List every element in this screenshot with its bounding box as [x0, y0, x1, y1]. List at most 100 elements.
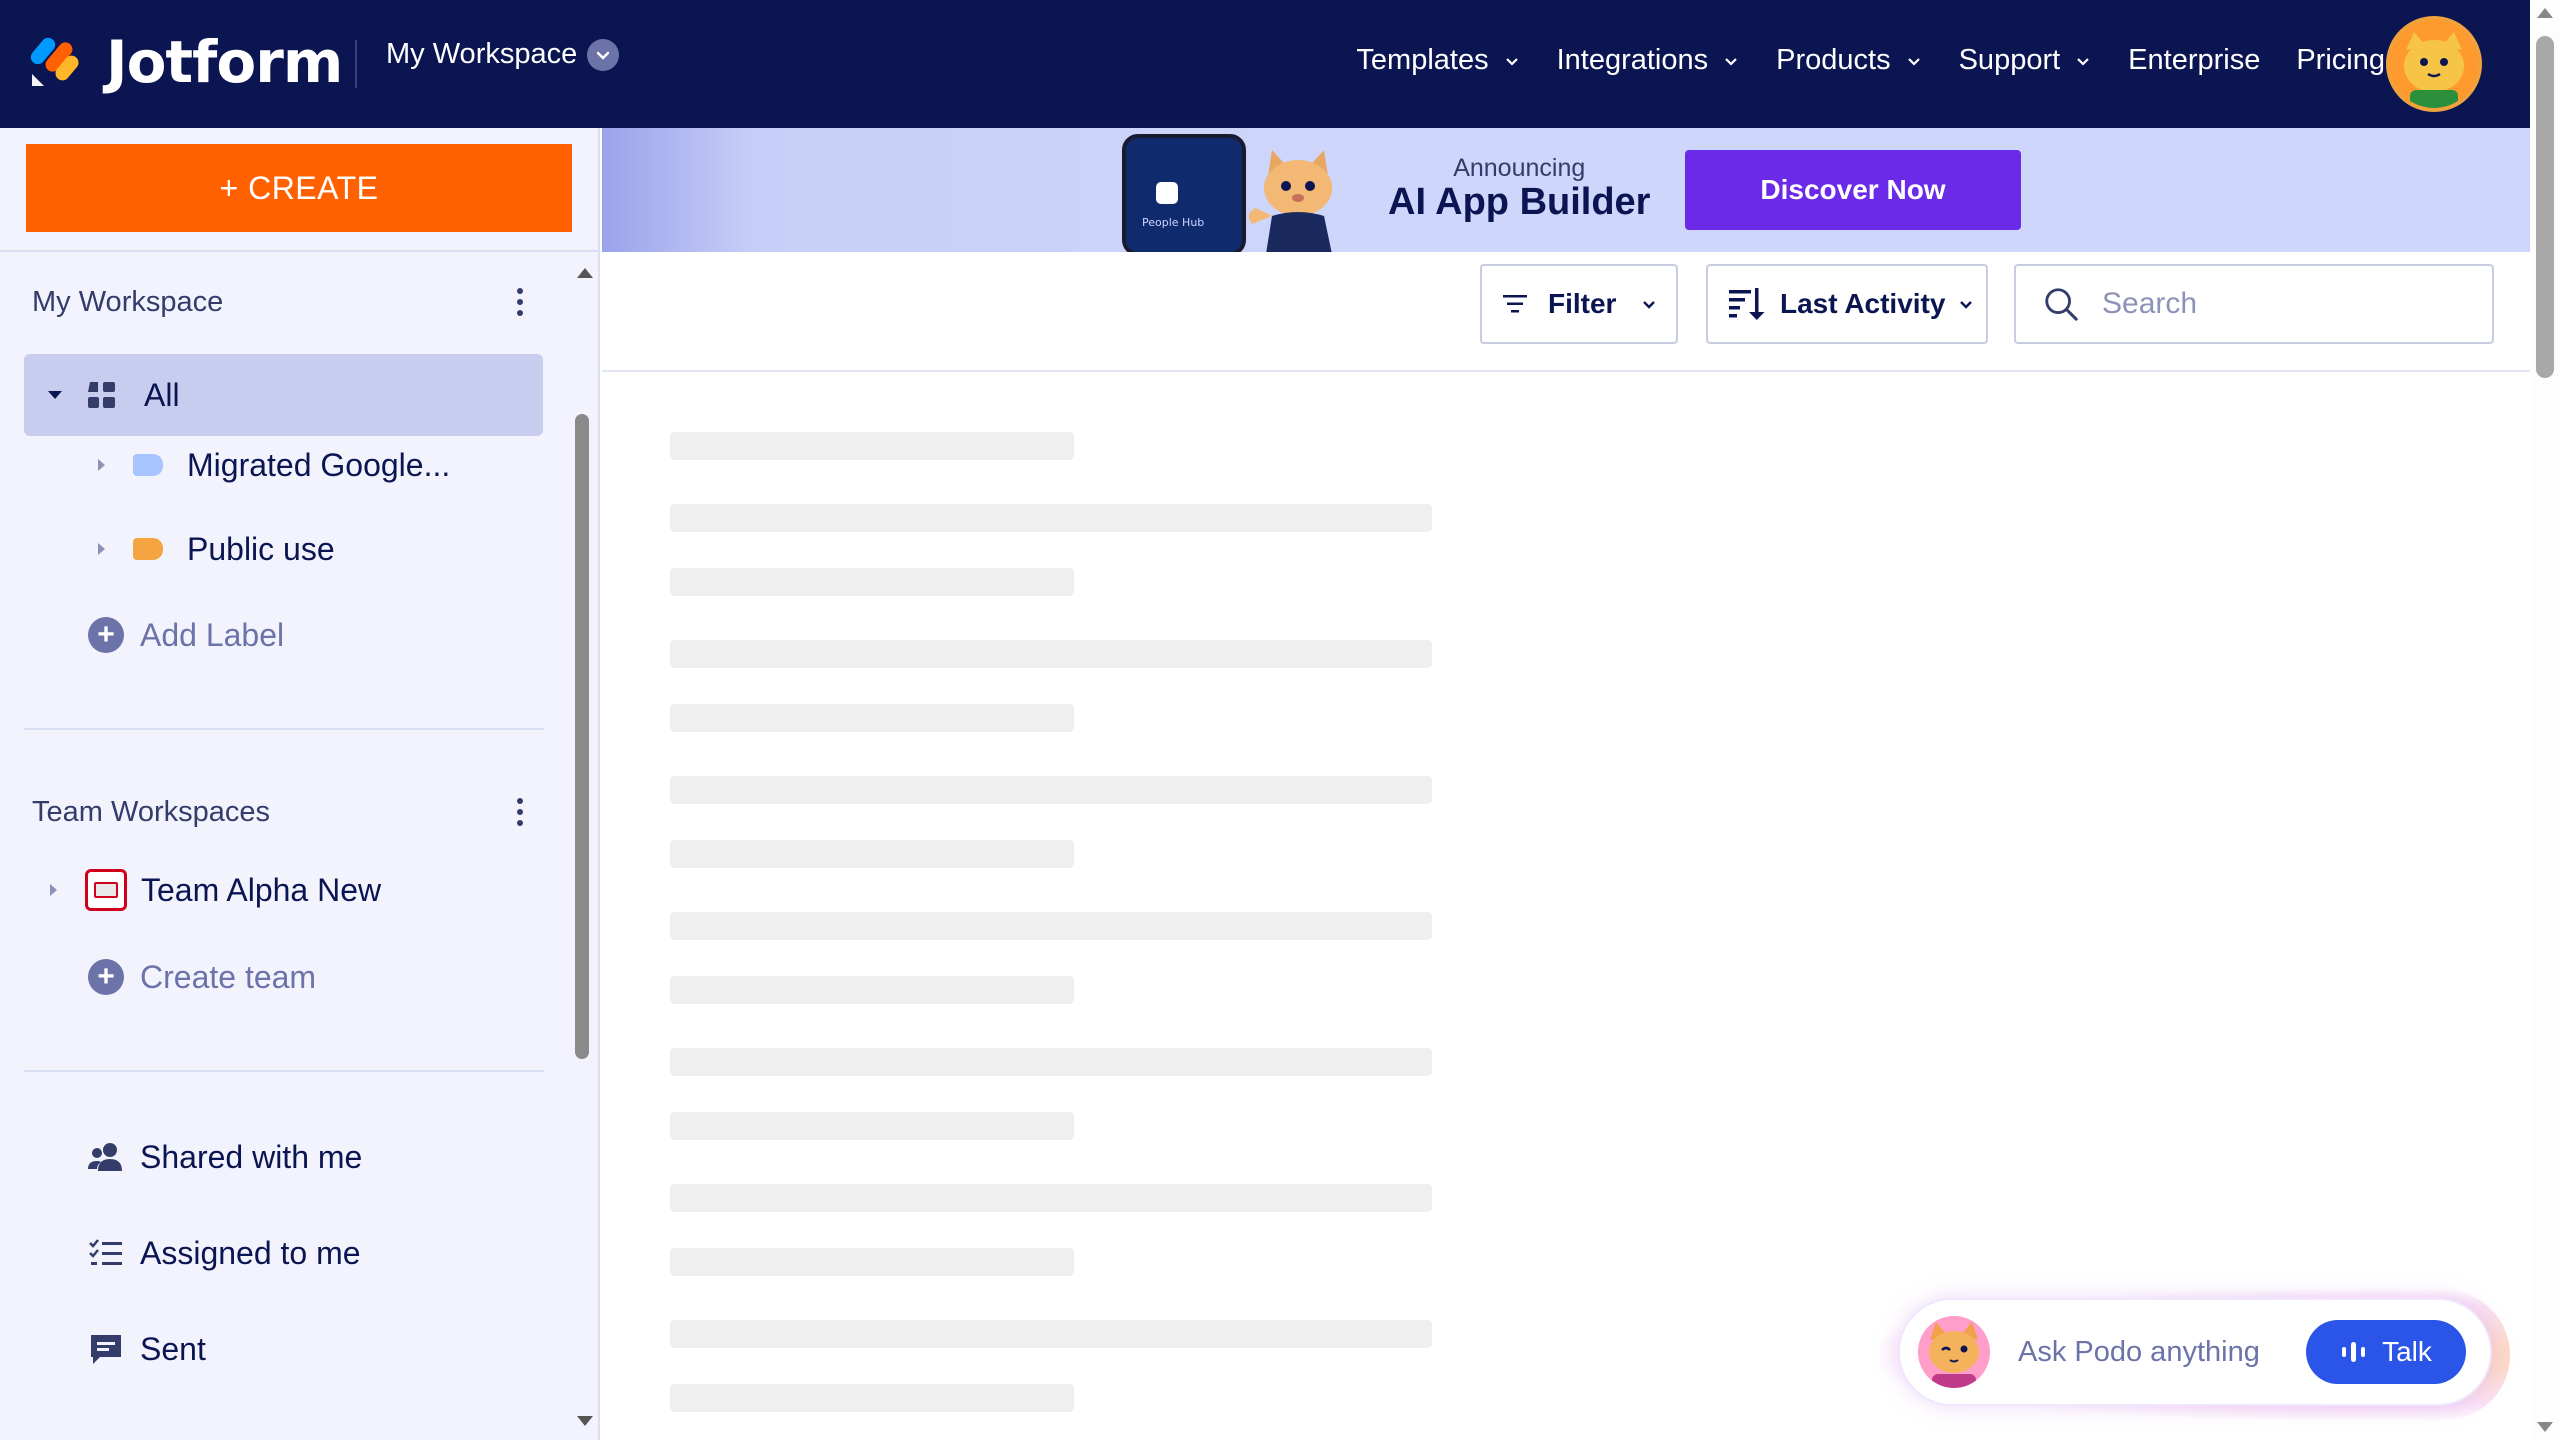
- link-label: Shared with me: [140, 1138, 363, 1175]
- nav-label: Support: [1958, 44, 2061, 76]
- create-team-button[interactable]: + Create team: [88, 952, 316, 1002]
- team-item-alpha-new[interactable]: Team Alpha New: [50, 862, 381, 918]
- header-divider: [355, 40, 357, 88]
- skeleton-line: [670, 504, 1432, 532]
- create-team-text: Create team: [140, 958, 317, 995]
- skeleton-line: [670, 1248, 1074, 1276]
- scrollbar-thumb[interactable]: [575, 414, 589, 1059]
- skeleton-line: [670, 1320, 1432, 1348]
- scrollbar-thumb[interactable]: [2536, 36, 2554, 378]
- plus-circle-icon: +: [88, 959, 124, 995]
- announcement-banner[interactable]: People Hub Announcing AI App Builder Dis…: [602, 128, 2530, 252]
- nav-label: Pricing: [2296, 44, 2385, 76]
- link-label: Sent: [140, 1330, 206, 1367]
- sort-button[interactable]: Last Activity: [1706, 264, 1988, 344]
- create-button[interactable]: + CREATE: [26, 144, 572, 232]
- phone-caption: People Hub: [1142, 216, 1205, 229]
- app-icon: [1156, 182, 1178, 204]
- talk-button[interactable]: Talk: [2306, 1320, 2466, 1384]
- search-input[interactable]: [2102, 287, 2482, 321]
- sidebar-scrollbar[interactable]: [572, 254, 598, 1440]
- link-label: Assigned to me: [140, 1234, 361, 1271]
- discover-now-button[interactable]: Discover Now: [1685, 150, 2021, 230]
- section-title: My Workspace: [32, 285, 224, 318]
- scroll-up-arrow-icon[interactable]: [2537, 8, 2553, 18]
- more-options-icon[interactable]: [508, 794, 532, 830]
- label-tag-icon: [133, 454, 163, 476]
- label-item-migrated-google[interactable]: Migrated Google...: [98, 440, 450, 490]
- chevron-down-icon: [587, 38, 620, 71]
- more-options-icon[interactable]: [508, 284, 532, 320]
- nav-label: Products: [1776, 44, 1891, 76]
- jotform-logo-icon: [30, 37, 79, 86]
- nav-support[interactable]: Support: [1959, 44, 2093, 77]
- skeleton-line: [670, 568, 1074, 596]
- workspace-switcher[interactable]: My Workspace: [386, 38, 620, 71]
- section-title: Team Workspaces: [32, 795, 270, 828]
- podo-avatar-icon: [2390, 20, 2478, 108]
- sidebar-item-all[interactable]: All: [24, 354, 543, 436]
- label-name: Migrated Google...: [187, 446, 451, 483]
- caret-right-icon[interactable]: [98, 459, 105, 471]
- scroll-down-arrow-icon[interactable]: [577, 1416, 593, 1426]
- add-label-button[interactable]: + Add Label: [88, 610, 284, 660]
- page-scrollbar[interactable]: [2530, 0, 2560, 1440]
- sidebar-scroll-area: My Workspace All Migrated Google... Publ…: [0, 254, 570, 1440]
- chevron-down-icon: [1960, 301, 1973, 309]
- search-box[interactable]: [2014, 264, 2494, 344]
- chevron-down-icon: [1505, 57, 1518, 66]
- ask-podo-widget[interactable]: Ask Podo anything Talk: [1898, 1298, 2492, 1406]
- nav-label: Integrations: [1556, 44, 1709, 76]
- nav-integrations[interactable]: Integrations: [1557, 44, 1741, 77]
- sidebar-item-assigned-to-me[interactable]: Assigned to me: [88, 1228, 361, 1278]
- nav-products[interactable]: Products: [1776, 44, 1922, 77]
- skeleton-line: [670, 840, 1074, 868]
- skeleton-line: [670, 640, 1432, 668]
- main-nav: Templates Integrations Products Support …: [1320, 44, 2385, 77]
- grid-icon: [88, 382, 115, 408]
- team-avatar-icon: [85, 869, 127, 911]
- podo-cat-icon: [1918, 1316, 1990, 1388]
- scroll-up-arrow-icon[interactable]: [577, 268, 593, 278]
- divider: [24, 1070, 544, 1072]
- skeleton-line: [670, 1384, 1074, 1412]
- caret-right-icon[interactable]: [50, 884, 57, 896]
- talk-label: Talk: [2382, 1336, 2432, 1367]
- nav-enterprise[interactable]: Enterprise: [2128, 44, 2260, 77]
- filter-label: Filter: [1548, 288, 1617, 319]
- announcement-text: Announcing AI App Builder: [1388, 154, 1650, 224]
- workspace-name: My Workspace: [386, 38, 578, 70]
- sidebar-item-label: All: [144, 376, 180, 413]
- sidebar-item-sent[interactable]: Sent: [88, 1324, 206, 1374]
- checklist-icon: [89, 1239, 122, 1265]
- message-icon: [91, 1335, 121, 1364]
- user-avatar[interactable]: [2386, 16, 2482, 112]
- chevron-down-icon: [1725, 57, 1737, 66]
- nav-pricing[interactable]: Pricing: [2296, 44, 2385, 77]
- phone-illustration: People Hub: [1122, 134, 1246, 252]
- scroll-down-arrow-icon[interactable]: [2537, 1422, 2553, 1432]
- label-item-public-use[interactable]: Public use: [98, 524, 335, 574]
- caret-right-icon[interactable]: [98, 543, 105, 555]
- label-tag-icon: [133, 538, 163, 560]
- caret-down-icon[interactable]: [48, 391, 62, 399]
- sort-label: Last Activity: [1780, 288, 1946, 319]
- ask-podo-placeholder[interactable]: Ask Podo anything: [2018, 1336, 2260, 1369]
- create-area: + CREATE: [0, 128, 598, 252]
- list-toolbar: Filter Last Activity: [602, 252, 2530, 372]
- skeleton-line: [670, 1112, 1074, 1140]
- filter-button[interactable]: Filter: [1480, 264, 1678, 344]
- podo-avatar: [1918, 1316, 1990, 1388]
- plus-circle-icon: +: [88, 617, 124, 653]
- skeleton-line: [670, 1048, 1432, 1076]
- sidebar-item-shared-with-me[interactable]: Shared with me: [86, 1132, 362, 1182]
- jotform-logo[interactable]: Jotform: [28, 28, 343, 96]
- filter-icon: [1503, 295, 1527, 313]
- nav-label: Templates: [1356, 44, 1489, 76]
- nav-templates[interactable]: Templates: [1356, 44, 1520, 77]
- skeleton-line: [670, 704, 1074, 732]
- divider: [24, 728, 544, 730]
- top-header: Jotform My Workspace Templates Integrati…: [0, 0, 2560, 128]
- add-label-text: Add Label: [140, 616, 285, 653]
- people-icon: [88, 1143, 122, 1171]
